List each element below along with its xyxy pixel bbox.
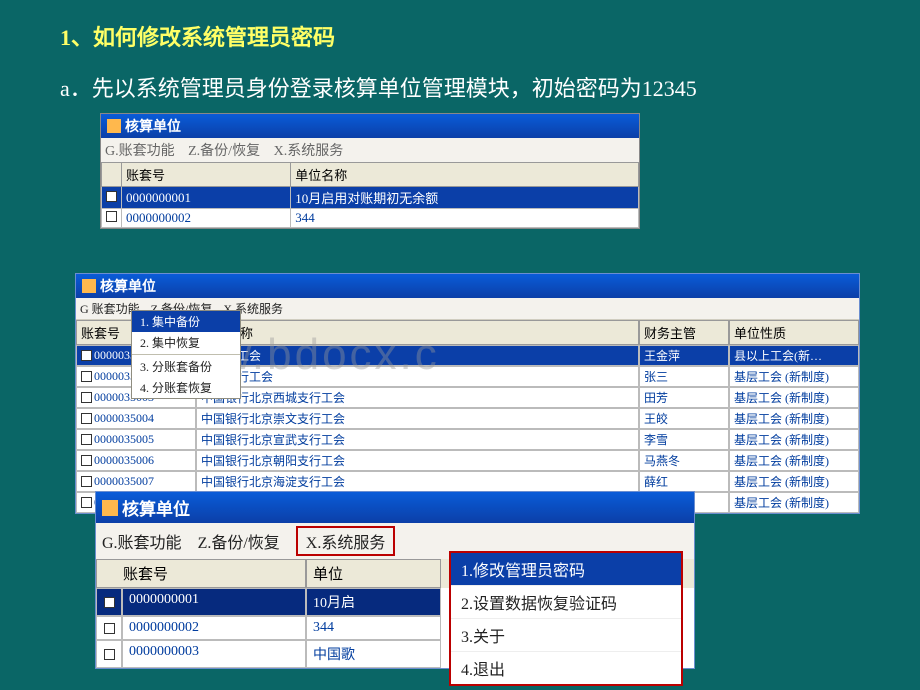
window-1-titlebar: 核算单位	[101, 114, 639, 138]
col-check	[102, 163, 122, 187]
checkbox-icon[interactable]	[81, 434, 92, 445]
table-row[interactable]: 0000035007中国银行北京海淀支行工会薛红基层工会 (新制度)	[76, 471, 859, 492]
checkbox-icon[interactable]	[81, 476, 92, 487]
window-1: 核算单位 G.账套功能 Z.备份/恢复 X.系统服务 账套号 单位名称 0000…	[100, 113, 640, 229]
system-dropdown[interactable]: 1.修改管理员密码2.设置数据恢复验证码3.关于4.退出	[449, 551, 683, 686]
backup-dropdown[interactable]: 1. 集中备份2. 集中恢复 3. 分账套备份4. 分账套恢复	[131, 310, 241, 399]
checkbox-icon[interactable]	[81, 455, 92, 466]
checkbox-icon[interactable]	[106, 191, 117, 202]
checkbox-icon[interactable]	[104, 623, 115, 634]
dropdown-item[interactable]: 1.修改管理员密码	[451, 553, 681, 586]
checkbox-icon[interactable]	[81, 371, 92, 382]
window-2-titlebar: 核算单位	[76, 274, 859, 298]
slide-subtitle: a．先以系统管理员身份登录核算单位管理模块，初始密码为12345	[60, 72, 860, 105]
table-row[interactable]: 000000000110月启用对账期初无余额	[102, 187, 639, 209]
dropdown-item[interactable]: 1. 集中备份	[132, 311, 240, 332]
table-1: 账套号 单位名称 000000000110月启用对账期初无余额000000000…	[101, 162, 639, 228]
table-row[interactable]: 0000035006中国银行北京朝阳支行工会马燕冬基层工会 (新制度)	[76, 450, 859, 471]
app-icon	[102, 500, 118, 516]
col-unit-type: 单位性质	[729, 320, 859, 345]
window-1-menubar: G.账套功能 Z.备份/恢复 X.系统服务	[101, 138, 639, 162]
window-3-menubar: G.账套功能 Z.备份/恢复 X.系统服务 1.修改管理员密码2.设置数据恢复验…	[96, 523, 694, 559]
checkbox-icon[interactable]	[81, 497, 92, 508]
col-unit-name: 单位	[306, 559, 441, 588]
menu-accounts[interactable]: G.账套功能	[102, 535, 182, 552]
menu-system-highlight[interactable]: X.系统服务	[296, 526, 396, 556]
dropdown-item[interactable]: 4. 分账套恢复	[132, 377, 240, 398]
slide-title: 1、如何修改系统管理员密码	[60, 20, 860, 52]
menu-backup[interactable]: Z.备份/恢复	[198, 535, 280, 552]
app-icon	[82, 279, 96, 293]
window-3-title: 核算单位	[122, 495, 190, 520]
col-account-no: 账套号	[96, 559, 306, 588]
col-manager: 财务主管	[639, 320, 729, 345]
checkbox-icon[interactable]	[81, 413, 92, 424]
checkbox-icon[interactable]	[106, 211, 117, 222]
menu-system[interactable]: X.系统服务	[274, 144, 344, 159]
window-1-title: 核算单位	[125, 116, 181, 136]
window-3: 核算单位 G.账套功能 Z.备份/恢复 X.系统服务 1.修改管理员密码2.设置…	[95, 491, 695, 669]
checkbox-icon[interactable]	[81, 392, 92, 403]
window-3-titlebar: 核算单位	[96, 492, 694, 523]
dropdown-item[interactable]: 3.关于	[451, 619, 681, 652]
window-2-title: 核算单位	[100, 276, 156, 296]
window-2: 核算单位 G 账套功能 Z 备份/恢复 X 系统服务 1. 集中备份2. 集中恢…	[75, 273, 860, 514]
table-row[interactable]: 0000035005中国银行北京宣武支行工会李雪基层工会 (新制度)	[76, 429, 859, 450]
dropdown-item[interactable]: 4.退出	[451, 652, 681, 684]
col-unit-name: 单位名称	[291, 163, 639, 187]
dropdown-item[interactable]: 2. 集中恢复	[132, 332, 240, 353]
dropdown-item[interactable]: 2.设置数据恢复验证码	[451, 586, 681, 619]
dropdown-item[interactable]: 3. 分账套备份	[132, 356, 240, 377]
checkbox-icon[interactable]	[104, 649, 115, 660]
table-row[interactable]: 0000035004中国银行北京崇文支行工会王皎基层工会 (新制度)	[76, 408, 859, 429]
checkbox-icon[interactable]	[104, 597, 115, 608]
menu-backup[interactable]: Z.备份/恢复	[188, 144, 260, 159]
table-row[interactable]: 0000000002344	[102, 209, 639, 228]
menu-accounts[interactable]: G.账套功能	[105, 144, 175, 159]
col-unit-name: 单位名称	[196, 320, 639, 345]
checkbox-icon[interactable]	[81, 350, 92, 361]
app-icon	[107, 119, 121, 133]
col-account-no: 账套号	[122, 163, 291, 187]
